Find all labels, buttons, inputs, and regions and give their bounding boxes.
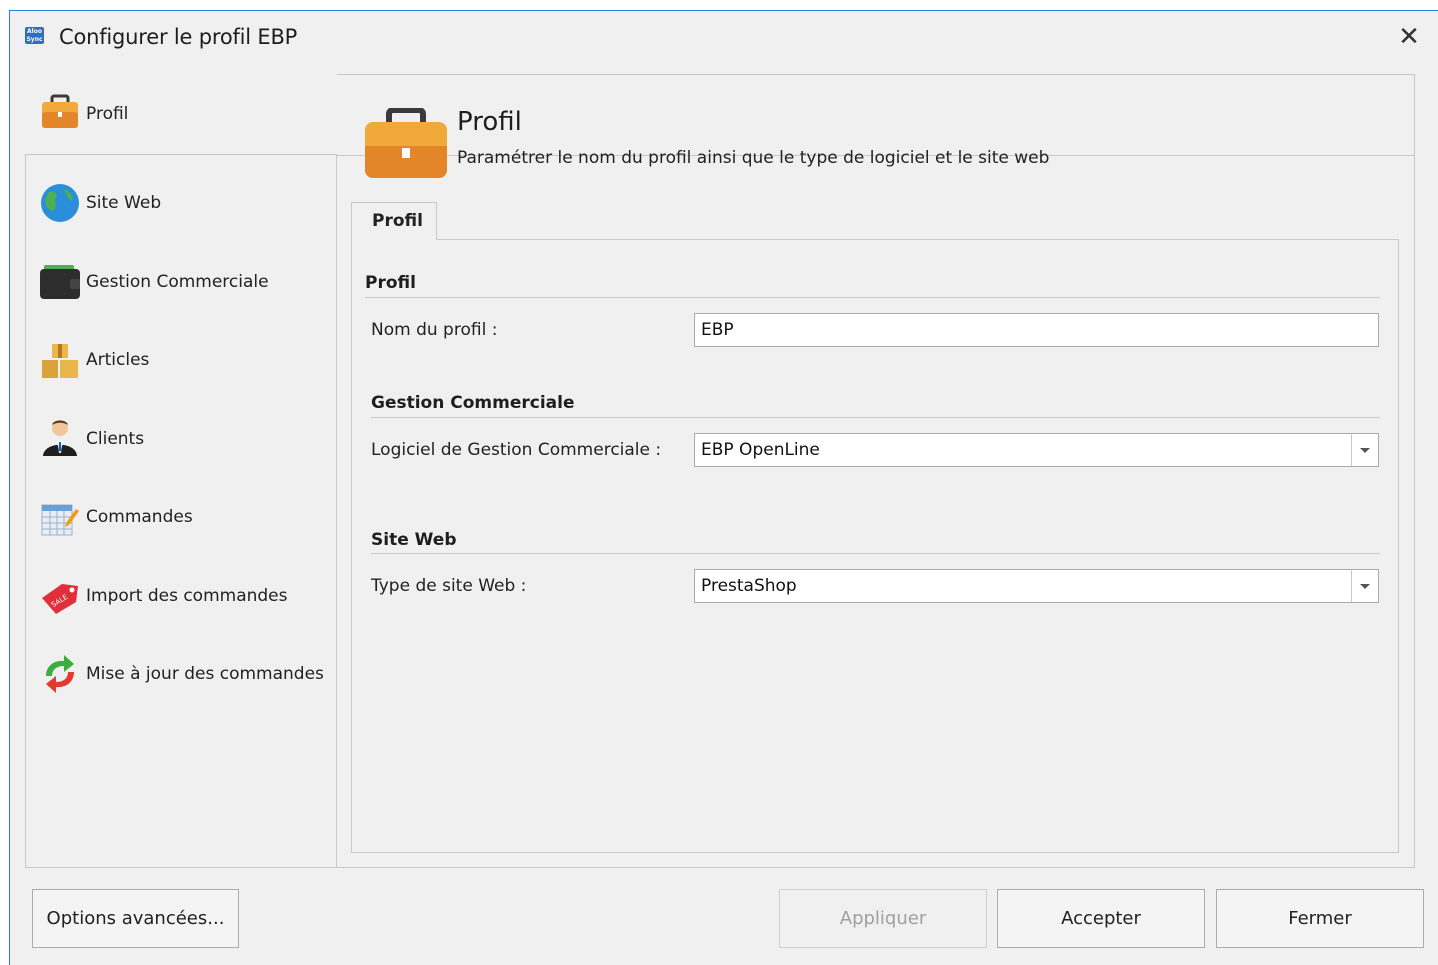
options-avancees-button[interactable]: Options avancées...	[32, 889, 239, 948]
sale-tag-icon: SALE	[42, 584, 78, 614]
logiciel-select-value: EBP OpenLine	[701, 440, 820, 460]
briefcase-icon	[42, 94, 78, 128]
header-briefcase-icon	[365, 108, 447, 178]
sidebar-item-mise-a-jour-des-commandes[interactable]: Mise à jour des commandes	[25, 644, 337, 704]
person-icon	[43, 420, 77, 456]
wallet-icon	[40, 265, 80, 299]
page-title: Profil	[457, 107, 522, 137]
accept-button[interactable]: Accepter	[997, 889, 1205, 948]
sidebar-item-commandes[interactable]: Commandes	[25, 487, 337, 547]
group-title-gestion-commerciale: Gestion Commerciale	[371, 393, 575, 413]
sidebar-item-label: Articles	[86, 350, 150, 370]
sidebar-item-profil[interactable]: Profil	[25, 74, 337, 155]
sync-arrows-icon	[46, 655, 74, 693]
type-site-label: Type de site Web :	[371, 576, 527, 596]
nom-profil-label: Nom du profil :	[371, 320, 498, 340]
sidebar-item-clients[interactable]: Clients	[25, 409, 337, 469]
chevron-down-icon[interactable]	[1351, 434, 1378, 466]
tab-label: Profil	[372, 211, 423, 231]
sidebar-item-label: Gestion Commerciale	[86, 272, 269, 292]
logiciel-label: Logiciel de Gestion Commerciale :	[371, 440, 662, 460]
nom-profil-input[interactable]: EBP	[694, 313, 1379, 347]
separator	[365, 297, 1380, 298]
type-site-select[interactable]: PrestaShop	[694, 569, 1379, 603]
sidebar-item-label: Profil	[86, 104, 129, 124]
separator	[371, 417, 1380, 418]
sidebar-item-gestion-commerciale[interactable]: Gestion Commerciale	[25, 252, 337, 312]
chevron-down-icon[interactable]	[1351, 570, 1378, 602]
app-logo-text: Aloo Sync	[26, 28, 43, 43]
sidebar-item-import-des-commandes[interactable]: SALE Import des commandes	[25, 566, 337, 626]
sidebar-item-label: Site Web	[86, 193, 162, 213]
sidebar-item-label: Commandes	[86, 507, 193, 527]
sidebar: Profil Site Web Gestion Commerciale Arti…	[25, 74, 337, 868]
boxes-icon	[42, 344, 78, 378]
tab-panel: Profil Nom du profil : EBP Gestion Comme…	[351, 239, 1399, 853]
window-title: Configurer le profil EBP	[59, 25, 298, 49]
logiciel-select[interactable]: EBP OpenLine	[694, 433, 1379, 467]
type-site-select-value: PrestaShop	[701, 576, 797, 596]
globe-icon	[41, 184, 79, 222]
close-button[interactable]: Fermer	[1216, 889, 1424, 948]
close-icon[interactable]: ✕	[1394, 23, 1424, 53]
sidebar-item-label: Clients	[86, 429, 145, 449]
page-subtitle: Paramétrer le nom du profil ainsi que le…	[457, 148, 1050, 168]
title-bar: Aloo Sync Configurer le profil EBP ✕	[10, 11, 1438, 67]
sidebar-item-articles[interactable]: Articles	[25, 330, 337, 390]
group-title-profil: Profil	[365, 273, 416, 293]
separator	[371, 553, 1380, 554]
sidebar-item-site-web[interactable]: Site Web	[25, 173, 337, 233]
tab-profil[interactable]: Profil	[351, 202, 437, 240]
apply-button[interactable]: Appliquer	[779, 889, 987, 948]
sidebar-item-label: Mise à jour des commandes	[86, 664, 324, 684]
app-logo-icon: Aloo Sync	[25, 27, 44, 44]
group-title-site-web: Site Web	[371, 530, 457, 550]
calendar-icon	[41, 504, 79, 536]
sidebar-item-label: Import des commandes	[86, 586, 288, 606]
